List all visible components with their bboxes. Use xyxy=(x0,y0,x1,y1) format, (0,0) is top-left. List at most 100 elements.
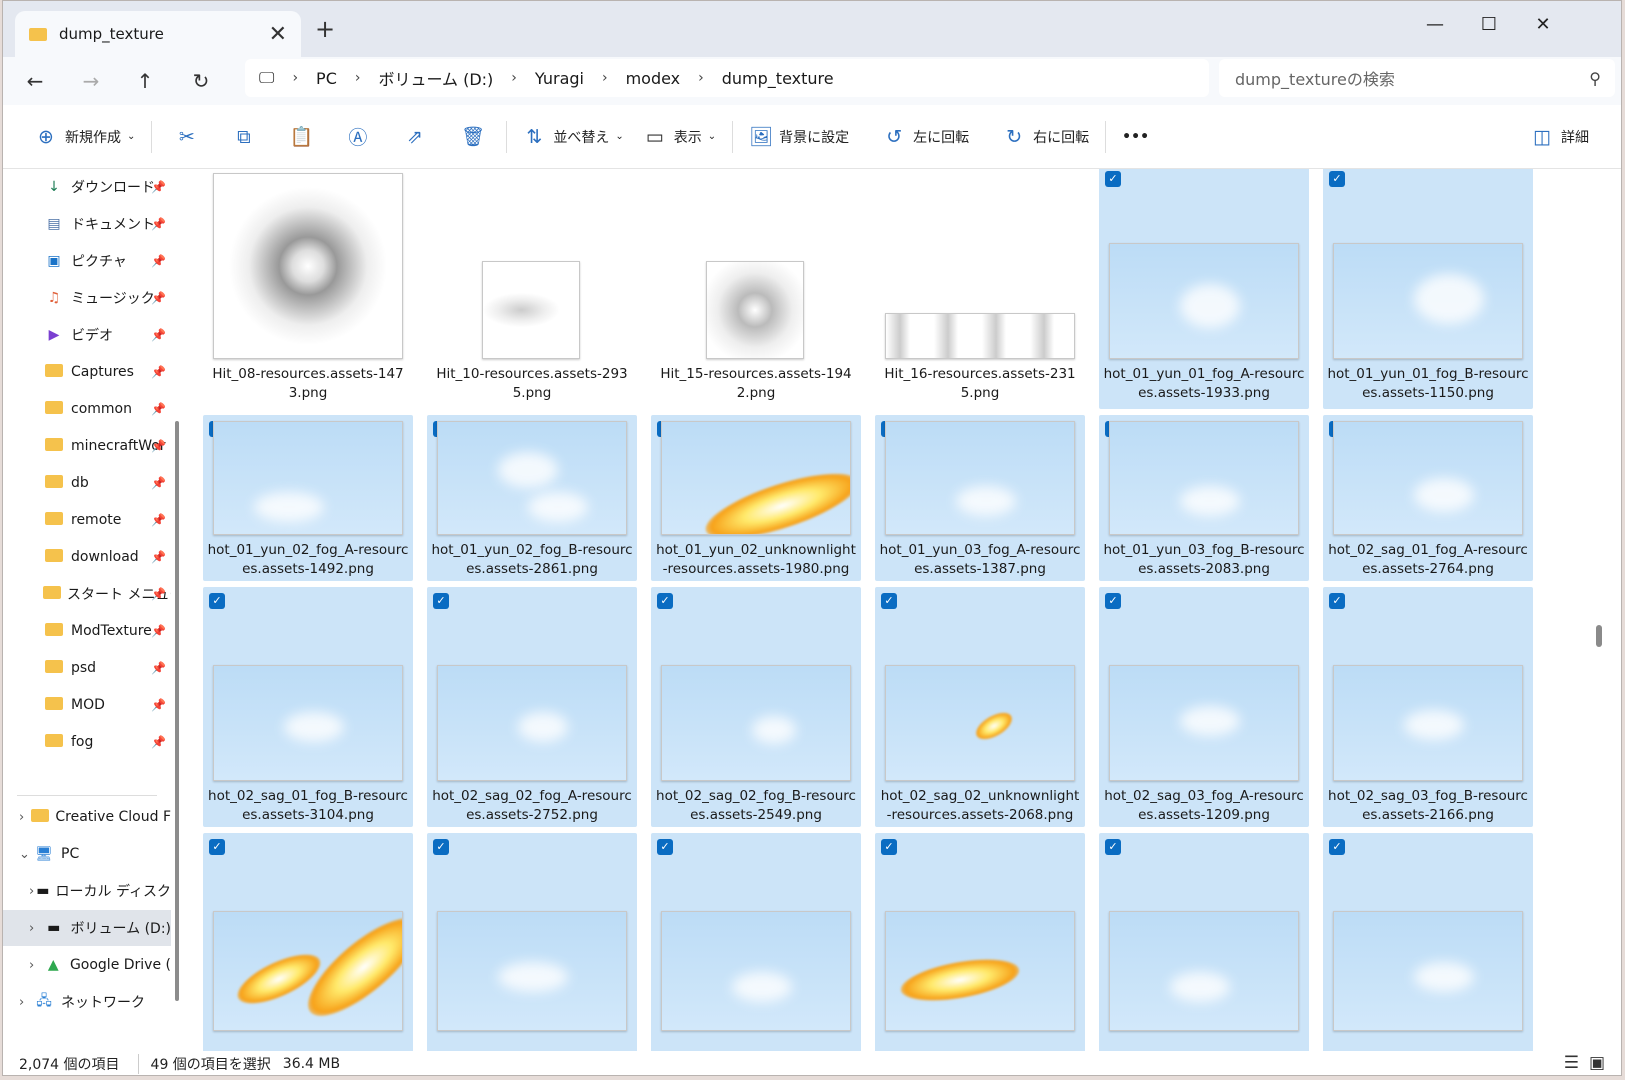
rotate-right-button[interactable]: ↻ 右に回転 xyxy=(993,117,1099,157)
forward-button[interactable]: → xyxy=(75,65,107,97)
chevron-right-icon[interactable]: › xyxy=(29,884,36,899)
sidebar-scrollbar[interactable] xyxy=(175,421,179,1001)
file-item[interactable]: ✓ hot_02_sag_02_fog_A-resources.assets-2… xyxy=(427,587,637,827)
address-bar[interactable]: 🖵 › PC › ボリューム (D:) › Yuragi › modex › d… xyxy=(245,59,1209,97)
breadcrumb-yuragi[interactable]: Yuragi xyxy=(535,69,584,88)
close-tab-icon[interactable]: ✕ xyxy=(269,22,287,47)
close-window-button[interactable]: ✕ xyxy=(1519,9,1567,39)
file-item[interactable]: ✓ xyxy=(1323,833,1533,1051)
file-item[interactable]: ✓ hot_01_yun_01_fog_B-resources.assets-1… xyxy=(1323,169,1533,409)
file-item[interactable]: Hit_10-resources.assets-2935.png xyxy=(427,169,637,409)
file-item[interactable]: ✓ xyxy=(203,833,413,1051)
chevron-right-icon[interactable]: › xyxy=(19,995,33,1010)
file-item[interactable]: ✓ xyxy=(427,833,637,1051)
sidebar-item-creative-cloud[interactable]: › Creative Cloud F xyxy=(3,799,171,835)
view-button[interactable]: ▭ 表示 ⌄ xyxy=(634,117,726,157)
file-item[interactable]: ✓ hot_02_sag_01_fog_A-resources.assets-2… xyxy=(1323,415,1533,581)
sidebar-item-pictures[interactable]: ▣ ピクチャ 📌 xyxy=(3,243,171,279)
checkbox-checked-icon[interactable]: ✓ xyxy=(1329,593,1345,609)
sidebar-item-mod[interactable]: MOD 📌 xyxy=(3,687,171,723)
file-item[interactable]: ✓ hot_01_yun_01_fog_A-resources.assets-1… xyxy=(1099,169,1309,409)
checkbox-checked-icon[interactable]: ✓ xyxy=(881,593,897,609)
sidebar-item-documents[interactable]: ▤ ドキュメント 📌 xyxy=(3,206,171,242)
checkbox-checked-icon[interactable]: ✓ xyxy=(209,839,225,855)
refresh-button[interactable]: ↻ xyxy=(185,65,217,97)
details-button[interactable]: ◫ 詳細 xyxy=(1521,117,1599,157)
sidebar-item-fog[interactable]: fog 📌 xyxy=(3,724,171,760)
breadcrumb-modex[interactable]: modex xyxy=(626,69,681,88)
maximize-button[interactable]: ☐ xyxy=(1465,9,1513,39)
checkbox-checked-icon[interactable]: ✓ xyxy=(1329,171,1345,187)
chevron-down-icon[interactable]: ⌄ xyxy=(19,847,33,862)
sidebar-item-network[interactable]: › 🖧 ネットワーク xyxy=(3,984,171,1020)
file-item[interactable]: Hit_08-resources.assets-1473.png xyxy=(203,169,413,409)
checkbox-checked-icon[interactable]: ✓ xyxy=(657,839,673,855)
sidebar-item-modtexture[interactable]: ModTexture 📌 xyxy=(3,613,171,649)
copy-button[interactable]: ⧉ xyxy=(215,117,272,157)
sidebar-item-videos[interactable]: ▶ ビデオ 📌 xyxy=(3,317,171,353)
file-item[interactable]: ✓ hot_02_sag_03_fog_A-resources.assets-1… xyxy=(1099,587,1309,827)
checkbox-checked-icon[interactable]: ✓ xyxy=(433,839,449,855)
checkbox-checked-icon[interactable]: ✓ xyxy=(1105,171,1121,187)
checkbox-checked-icon[interactable]: ✓ xyxy=(1105,593,1121,609)
set-background-button[interactable]: 🖼 背景に設定 xyxy=(739,117,859,157)
checkbox-checked-icon[interactable]: ✓ xyxy=(433,593,449,609)
file-item[interactable]: ✓ xyxy=(875,833,1085,1051)
file-item[interactable]: ✓ xyxy=(651,833,861,1051)
file-item[interactable]: ✓ hot_02_sag_02_unknownlight-resources.a… xyxy=(875,587,1085,827)
sidebar-item-common[interactable]: common 📌 xyxy=(3,391,171,427)
checkbox-checked-icon[interactable]: ✓ xyxy=(1329,839,1345,855)
back-button[interactable]: ← xyxy=(19,65,51,97)
file-item[interactable]: ✓ hot_01_yun_02_unknownlight-resources.a… xyxy=(651,415,861,581)
paste-button[interactable]: 📋 xyxy=(272,117,329,157)
breadcrumb-volume-d[interactable]: ボリューム (D:) xyxy=(378,66,493,90)
file-item[interactable]: ✓ hot_01_yun_03_fog_B-resources.assets-2… xyxy=(1099,415,1309,581)
tab-dump-texture[interactable]: dump_texture ✕ xyxy=(15,11,301,57)
file-item[interactable]: ✓ hot_01_yun_02_fog_A-resources.assets-1… xyxy=(203,415,413,581)
file-item[interactable]: ✓ xyxy=(1099,833,1309,1051)
tiles-view-icon[interactable]: ▣ xyxy=(1589,1053,1605,1073)
sidebar-item-db[interactable]: db 📌 xyxy=(3,465,171,501)
search-icon[interactable]: ⚲ xyxy=(1589,69,1601,88)
file-item[interactable]: ✓ hot_02_sag_01_fog_B-resources.assets-3… xyxy=(203,587,413,827)
file-item[interactable]: Hit_16-resources.assets-2315.png xyxy=(875,169,1085,409)
checkbox-checked-icon[interactable]: ✓ xyxy=(657,593,673,609)
share-button[interactable]: ⇗ xyxy=(386,117,443,157)
file-item[interactable]: ✓ hot_01_yun_02_fog_B-resources.assets-2… xyxy=(427,415,637,581)
chevron-right-icon[interactable]: › xyxy=(29,958,43,973)
file-item[interactable]: ✓ hot_02_sag_03_fog_B-resources.assets-2… xyxy=(1323,587,1533,827)
file-item[interactable]: ✓ hot_02_sag_02_fog_B-resources.assets-2… xyxy=(651,587,861,827)
sidebar-item-music[interactable]: ♫ ミュージック 📌 xyxy=(3,280,171,316)
sidebar-item-minecraftworld[interactable]: minecraftWor 📌 xyxy=(3,428,171,464)
sidebar-item-volume-d[interactable]: › ▬ ボリューム (D:) xyxy=(3,910,171,946)
breadcrumb-pc[interactable]: PC xyxy=(316,69,337,88)
sidebar-item-download[interactable]: download 📌 xyxy=(3,539,171,575)
content-scrollbar-thumb[interactable] xyxy=(1596,625,1602,647)
sidebar-item-google-drive[interactable]: › ▲ Google Drive ( xyxy=(3,947,171,983)
sidebar-item-captures[interactable]: Captures 📌 xyxy=(3,354,171,390)
search-box[interactable]: dump_textureの検索 ⚲ xyxy=(1219,59,1615,97)
sidebar-item-local-disk[interactable]: › ▬ ローカル ディスク xyxy=(3,873,171,909)
sort-button[interactable]: ⇅ 並べ替え ⌄ xyxy=(513,117,633,157)
search-input[interactable]: dump_textureの検索 xyxy=(1235,66,1395,90)
cut-button[interactable]: ✂ xyxy=(158,117,215,157)
file-item[interactable]: ✓ hot_01_yun_03_fog_A-resources.assets-1… xyxy=(875,415,1085,581)
content-scrollbar-track[interactable] xyxy=(1593,169,1621,1051)
details-view-icon[interactable]: ☰ xyxy=(1564,1053,1579,1073)
more-options-button[interactable]: ••• xyxy=(1112,117,1159,157)
chevron-right-icon[interactable]: › xyxy=(19,810,31,825)
rename-button[interactable]: Ⓐ xyxy=(329,117,386,157)
delete-button[interactable]: 🗑 xyxy=(443,117,500,157)
chevron-right-icon[interactable]: › xyxy=(29,921,43,936)
new-tab-button[interactable]: + xyxy=(315,15,335,43)
sidebar-item-downloads[interactable]: ↓ ダウンロード 📌 xyxy=(3,169,171,205)
rotate-left-button[interactable]: ↺ 左に回転 xyxy=(873,117,979,157)
sidebar-item-pc[interactable]: ⌄ 🖥 PC xyxy=(3,836,171,872)
file-item[interactable]: Hit_15-resources.assets-1942.png xyxy=(651,169,861,409)
checkbox-checked-icon[interactable]: ✓ xyxy=(881,839,897,855)
minimize-button[interactable]: — xyxy=(1411,9,1459,39)
new-button[interactable]: ⊕ 新規作成 ⌄ xyxy=(25,117,145,157)
up-button[interactable]: ↑ xyxy=(129,65,161,97)
sidebar-item-start-menu[interactable]: スタート メニュー📌 xyxy=(3,576,171,612)
checkbox-checked-icon[interactable]: ✓ xyxy=(209,593,225,609)
